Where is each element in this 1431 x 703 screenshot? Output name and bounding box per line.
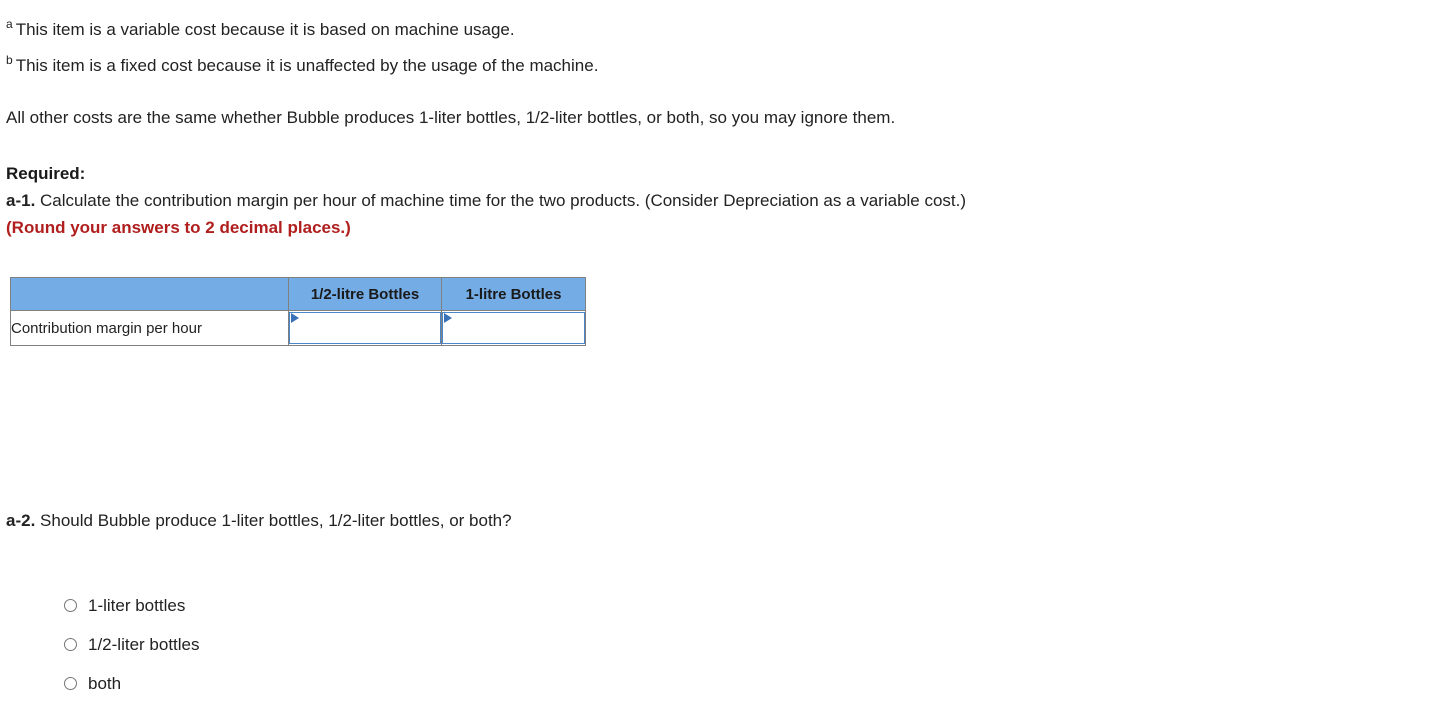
- choice-label-half-liter: 1/2-liter bottles: [88, 634, 200, 654]
- required-heading: Required:: [6, 164, 86, 183]
- table-body: Contribution margin per hour: [10, 310, 586, 346]
- footnotes-block: a This item is a variable cost because it…: [6, 12, 1406, 84]
- table-header-one-litre: 1-litre Bottles: [441, 277, 586, 311]
- all-other-costs-paragraph: All other costs are the same whether Bub…: [6, 108, 896, 127]
- footnote-b: b This item is a fixed cost because it is…: [6, 48, 1406, 84]
- requirement-a1-text: Calculate the contribution margin per ho…: [40, 191, 967, 210]
- table-header-blank: [10, 277, 289, 311]
- input-cell-one-litre[interactable]: [441, 310, 586, 346]
- required-block: Required: a-1. Calculate the contributio…: [6, 160, 1416, 241]
- radio-icon[interactable]: [64, 638, 77, 651]
- choice-label-both: both: [88, 673, 122, 693]
- table-header: 1/2-litre Bottles 1-litre Bottles: [10, 277, 586, 311]
- choice-row-both[interactable]: both: [64, 664, 200, 703]
- question-a2-label: a-2.: [6, 511, 36, 530]
- table-header-half-litre: 1/2-litre Bottles: [288, 277, 442, 311]
- question-page: a This item is a variable cost because it…: [0, 0, 1431, 692]
- footnote-a-text: This item is a variable cost because it …: [15, 20, 515, 39]
- radio-icon[interactable]: [64, 599, 77, 612]
- radio-icon[interactable]: [64, 677, 77, 690]
- answer-choices-group: 1-liter bottles 1/2-liter bottles both: [64, 586, 200, 703]
- footnote-b-text: This item is a fixed cost because it is …: [15, 56, 599, 75]
- contribution-margin-table: 1/2-litre Bottles 1-litre Bottles Contri…: [10, 277, 586, 346]
- question-a2: a-2. Should Bubble produce 1-liter bottl…: [6, 509, 512, 533]
- requirement-a1: a-1. Calculate the contribution margin p…: [6, 187, 1416, 214]
- choice-label-1-liter: 1-liter bottles: [88, 595, 186, 615]
- rounding-instruction: (Round your answers to 2 decimal places.…: [6, 218, 351, 237]
- input-cell-half-litre[interactable]: [288, 310, 442, 346]
- footnote-a: a This item is a variable cost because it…: [6, 12, 1406, 48]
- requirement-a1-label: a-1.: [6, 191, 36, 210]
- choice-row-1-liter[interactable]: 1-liter bottles: [64, 586, 200, 625]
- table-row: Contribution margin per hour: [10, 310, 586, 346]
- contribution-margin-half-litre-input[interactable]: [289, 312, 441, 344]
- footnote-b-marker: b: [6, 53, 13, 68]
- contribution-margin-one-litre-input[interactable]: [442, 312, 585, 344]
- answer-table-container: 1/2-litre Bottles 1-litre Bottles Contri…: [10, 277, 586, 346]
- footnote-a-marker: a: [6, 17, 13, 32]
- question-a2-text: Should Bubble produce 1-liter bottles, 1…: [40, 511, 512, 530]
- choice-row-half-liter[interactable]: 1/2-liter bottles: [64, 625, 200, 664]
- table-header-row: 1/2-litre Bottles 1-litre Bottles: [10, 277, 586, 311]
- row-label-contribution-margin-per-hour: Contribution margin per hour: [10, 310, 289, 346]
